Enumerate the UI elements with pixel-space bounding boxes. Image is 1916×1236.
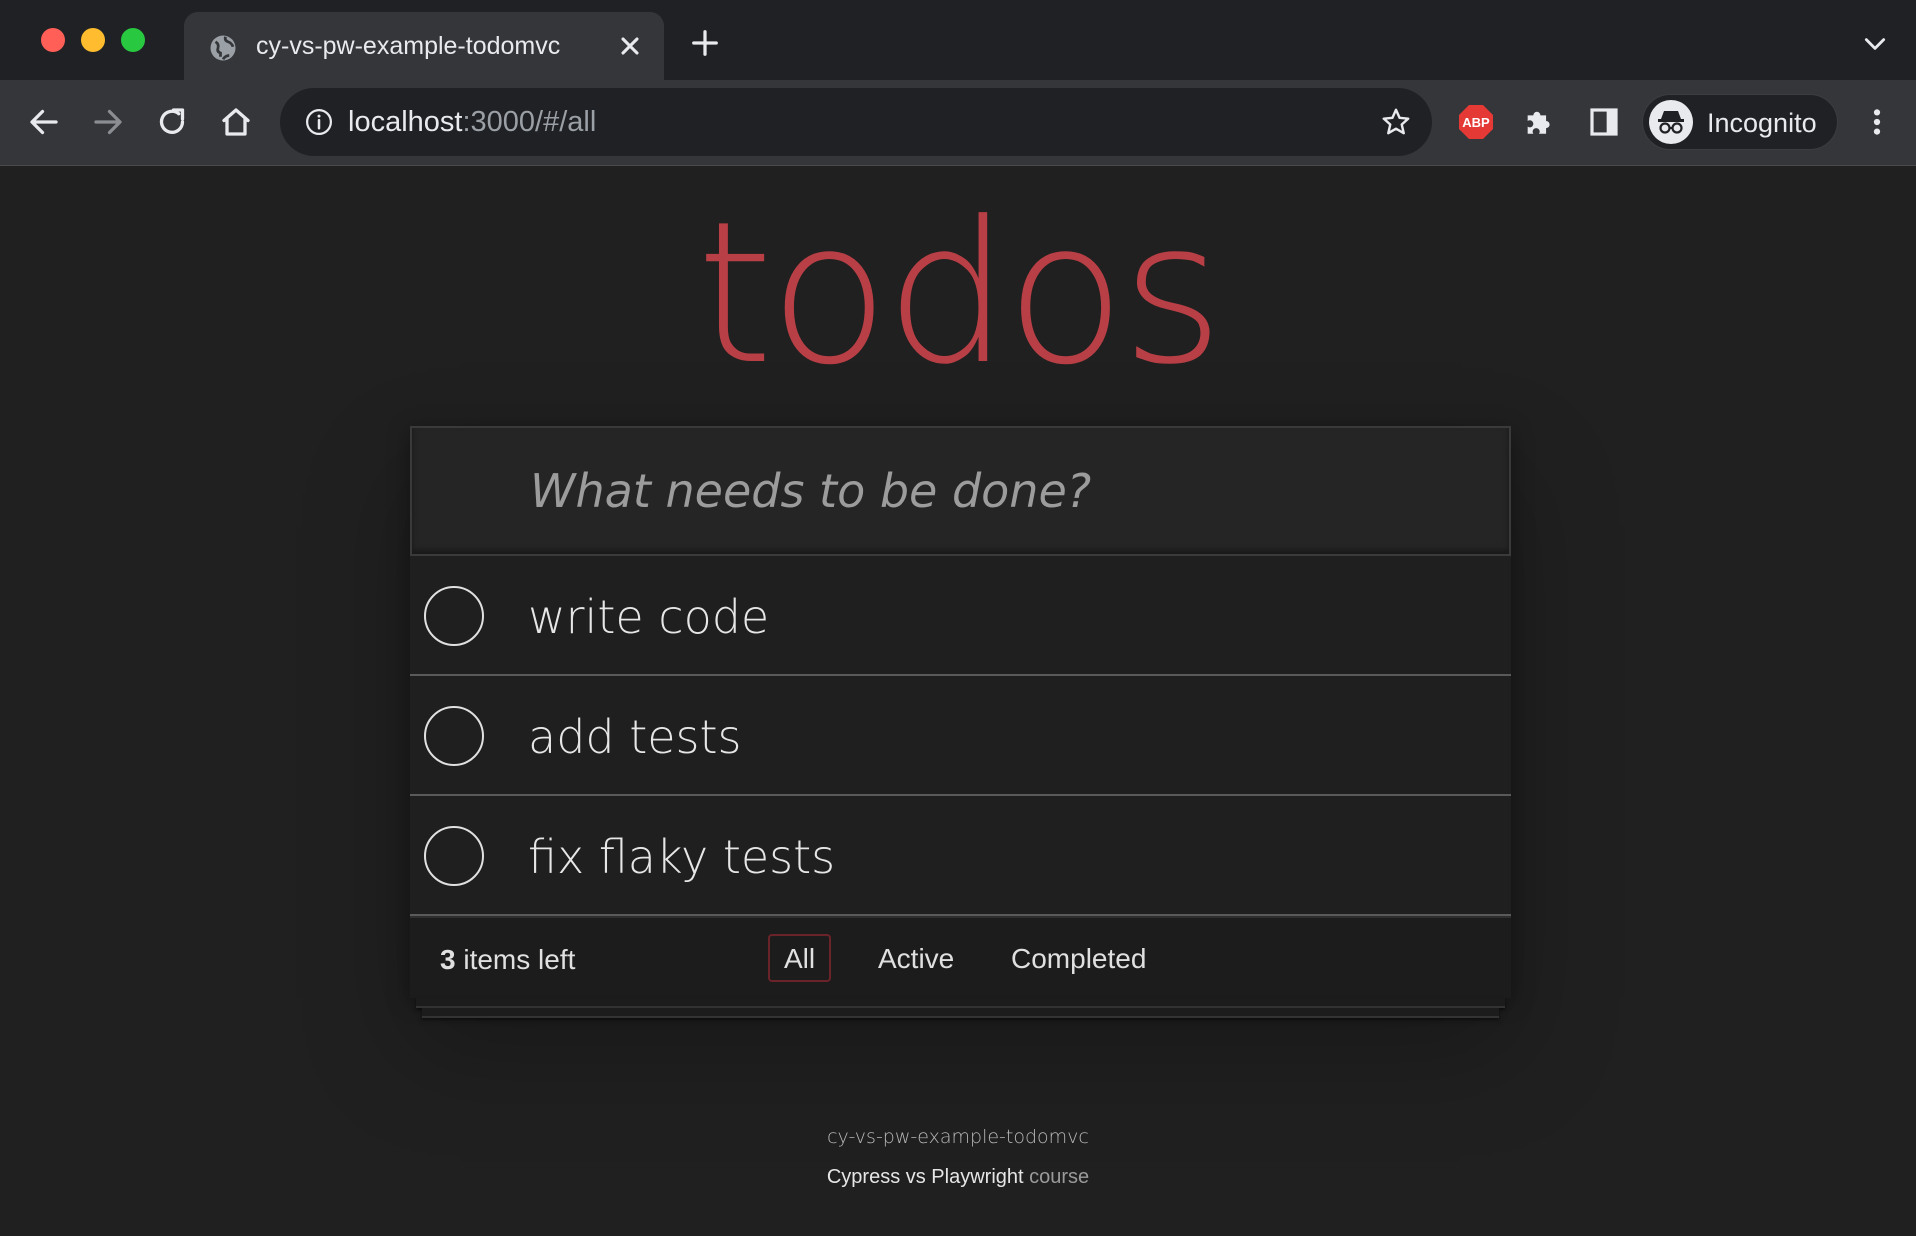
abp-label: ABP <box>1462 115 1490 130</box>
todo-label[interactable]: write code <box>528 590 769 644</box>
incognito-profile-button[interactable]: Incognito <box>1642 94 1838 150</box>
back-arrow-icon[interactable] <box>26 104 62 140</box>
items-left-number: 3 <box>440 944 456 975</box>
site-info-icon[interactable] <box>304 107 334 137</box>
info-app-name: cy-vs-pw-example-todomvc <box>827 1126 1089 1148</box>
filter-active-link[interactable]: Active <box>862 934 970 982</box>
todo-item: write code <box>410 556 1511 676</box>
todo-toggle-checkbox[interactable] <box>424 586 484 646</box>
todo-item: fix flaky tests <box>410 796 1511 916</box>
new-tab-icon[interactable] <box>690 28 720 58</box>
new-todo-input[interactable] <box>530 458 1430 524</box>
url-path: :3000/#/all <box>462 106 597 138</box>
url-text: localhost:3000/#/all <box>348 106 596 139</box>
info-course-credit: Cypress vs Playwright course <box>0 1166 1916 1189</box>
stacked-paper-shadow <box>416 998 1505 1008</box>
info-course-suffix: course <box>1029 1166 1090 1188</box>
reload-icon[interactable] <box>154 104 190 140</box>
globe-icon <box>210 35 236 61</box>
incognito-avatar <box>1649 100 1693 144</box>
todo-app: write code add tests fix flaky tests 3 i… <box>410 426 1511 998</box>
close-tab-icon[interactable] <box>616 32 644 60</box>
info-course-name: Cypress vs Playwright <box>826 1166 1024 1188</box>
browser-tab[interactable]: cy-vs-pw-example-todomvc <box>184 12 664 80</box>
incognito-icon <box>1658 111 1684 134</box>
incognito-label: Incognito <box>1707 108 1817 138</box>
filter-all-link[interactable]: All <box>768 934 832 982</box>
bookmark-star-icon[interactable] <box>1380 106 1412 138</box>
browser-menu-icon[interactable] <box>1862 104 1892 140</box>
todo-label[interactable]: fix flaky tests <box>528 830 835 884</box>
browser-toolbar: localhost:3000/#/all <box>0 80 1916 166</box>
chevron-down-icon[interactable] <box>1862 34 1888 54</box>
maximize-window-button[interactable] <box>121 28 145 52</box>
tab-title: cy-vs-pw-example-todomvc <box>256 32 561 60</box>
todo-toggle-checkbox[interactable] <box>424 706 484 766</box>
forward-arrow-icon[interactable] <box>90 104 126 140</box>
tab-strip: cy-vs-pw-example-todomvc <box>0 0 1916 80</box>
app-title: todos <box>696 180 1223 408</box>
filter-completed-link[interactable]: Completed <box>995 934 1162 982</box>
items-left-suffix: items left <box>455 944 576 975</box>
todo-item: add tests <box>410 676 1511 796</box>
close-window-button[interactable] <box>41 28 65 52</box>
extensions-puzzle-icon[interactable] <box>1522 104 1556 138</box>
minimize-window-button[interactable] <box>81 28 105 52</box>
address-bar[interactable]: localhost:3000/#/all <box>280 88 1432 156</box>
todo-footer: 3 items left All Active Completed <box>410 916 1511 998</box>
adblock-plus-icon[interactable]: ABP <box>1458 104 1494 140</box>
home-icon[interactable] <box>218 104 254 140</box>
todo-toggle-checkbox[interactable] <box>424 826 484 886</box>
browser-window: cy-vs-pw-example-todomvc localhost:3000/… <box>0 0 1916 1236</box>
items-left-count: 3 items left <box>440 944 575 976</box>
side-panel-icon[interactable] <box>1588 106 1620 138</box>
url-host: localhost <box>348 106 463 138</box>
stacked-paper-shadow <box>422 1008 1499 1018</box>
todo-label[interactable]: add tests <box>528 710 742 764</box>
new-todo-container <box>410 426 1511 556</box>
